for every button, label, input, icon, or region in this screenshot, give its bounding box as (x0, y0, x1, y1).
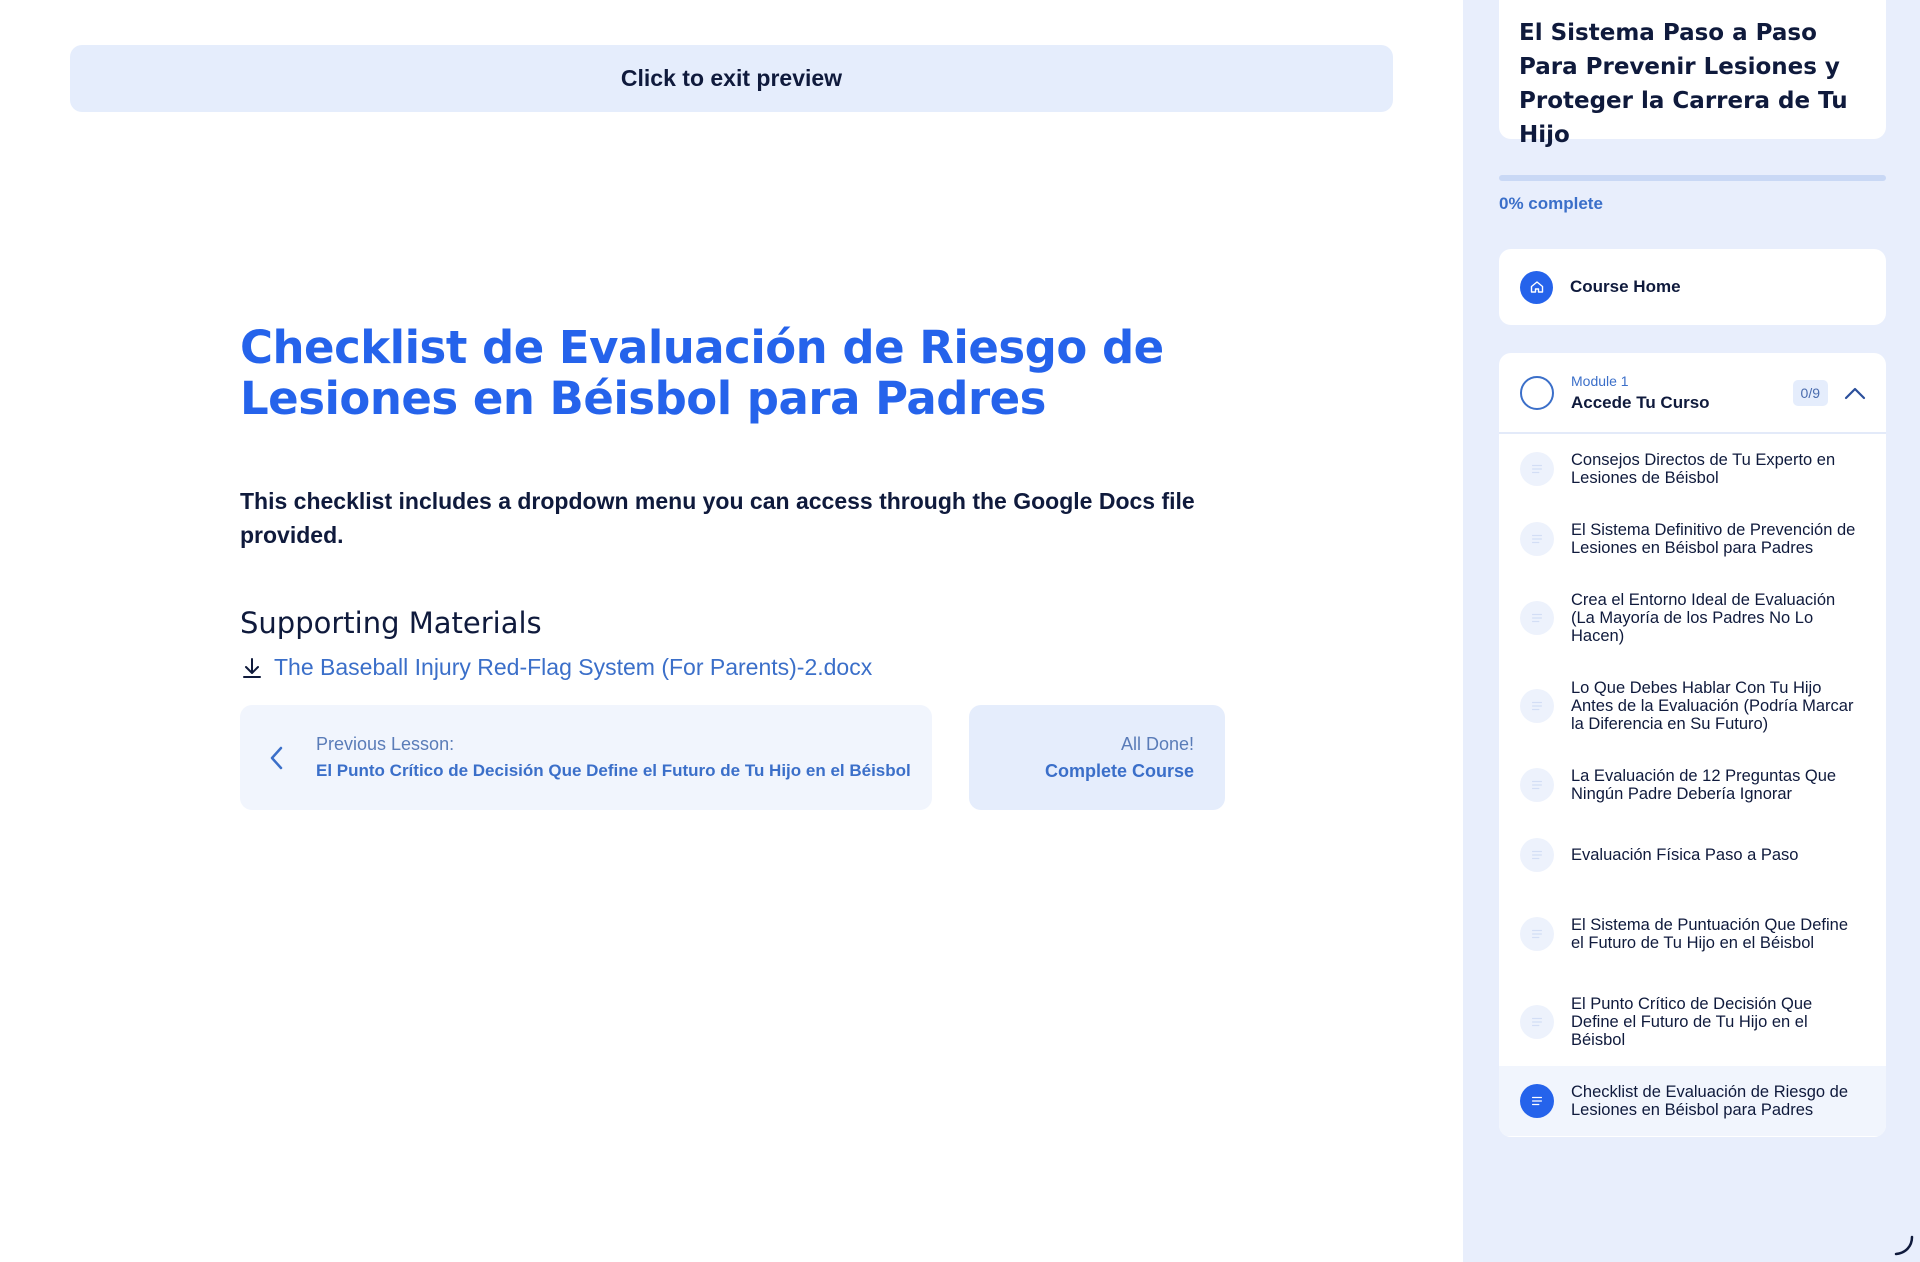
home-icon (1520, 270, 1553, 304)
sidebar-lesson-item[interactable]: La Evaluación de 12 Preguntas Que Ningún… (1499, 750, 1886, 820)
exit-preview-button[interactable]: Click to exit preview (70, 45, 1393, 112)
module-card: Module 1 Accede Tu Curso 0/9 Consejos Di… (1499, 353, 1886, 1137)
download-icon (243, 657, 261, 678)
lesson-doc-icon (1520, 522, 1554, 556)
lesson-title: Evaluación Física Paso a Paso (1571, 846, 1799, 864)
main-content: Click to exit preview Checklist de Evalu… (0, 0, 1463, 1262)
course-sidebar: El Sistema Paso a Paso Para Prevenir Les… (1463, 0, 1920, 1262)
sidebar-lesson-item[interactable]: Lo Que Debes Hablar Con Tu Hijo Antes de… (1499, 662, 1886, 750)
lesson-title: Checklist de Evaluación de Riesgo de Les… (240, 321, 1164, 425)
lesson-doc-icon (1520, 689, 1554, 723)
lesson-doc-icon (1520, 1005, 1554, 1039)
lesson-title: La Evaluación de 12 Preguntas Que Ningún… (1571, 767, 1837, 803)
lesson-title: Consejos Directos de Tu Experto en Lesio… (1571, 451, 1836, 487)
sidebar-lesson-item-active[interactable]: Checklist de Evaluación de Riesgo de Les… (1499, 1066, 1886, 1136)
lesson-title: Lo Que Debes Hablar Con Tu Hijo Antes de… (1571, 679, 1854, 733)
lesson-doc-icon (1520, 838, 1554, 872)
course-home-label: Course Home (1570, 277, 1681, 296)
lesson-doc-icon (1520, 917, 1554, 951)
module-header[interactable]: Module 1 Accede Tu Curso 0/9 (1499, 353, 1886, 434)
lesson-doc-icon (1520, 601, 1554, 635)
sidebar-lesson-item[interactable]: Consejos Directos de Tu Experto en Lesio… (1499, 434, 1886, 504)
supporting-materials-heading: Supporting Materials (240, 606, 542, 640)
lesson-title: El Sistema de Puntuación Que Define el F… (1571, 916, 1848, 952)
lesson-title: Checklist de Evaluación de Riesgo de Les… (1571, 1083, 1848, 1119)
sidebar-lesson-item[interactable]: El Punto Crítico de Decisión Que Define … (1499, 978, 1886, 1066)
module-lesson-list: Consejos Directos de Tu Experto en Lesio… (1499, 434, 1886, 1136)
module-lesson-count-badge: 0/9 (1792, 379, 1828, 406)
loading-spinner-icon (1894, 1235, 1914, 1256)
lesson-content: Checklist de Evaluación de Riesgo de Les… (240, 322, 1240, 810)
course-title: El Sistema Paso a Paso Para Prevenir Les… (1519, 20, 1848, 148)
sidebar-lesson-item[interactable]: Evaluación Física Paso a Paso (1499, 820, 1886, 890)
course-home-link[interactable]: Course Home (1499, 249, 1886, 325)
previous-lesson-button[interactable]: Previous Lesson: El Punto Crítico de Dec… (240, 705, 932, 810)
lesson-doc-icon (1520, 768, 1554, 802)
lesson-doc-icon (1520, 452, 1554, 486)
lesson-doc-icon (1520, 1084, 1554, 1118)
sidebar-lesson-item[interactable]: El Sistema de Puntuación Que Define el F… (1499, 890, 1886, 978)
lesson-title: El Sistema Definitivo de Prevención de L… (1571, 521, 1856, 557)
course-progress-text: 0% complete (1499, 194, 1603, 213)
complete-course-label: Complete Course (1044, 760, 1194, 781)
chevron-left-icon (270, 746, 283, 769)
module-name: Accede Tu Curso (1571, 392, 1710, 412)
sidebar-lesson-item[interactable]: Crea el Entorno Ideal de Evaluación (La … (1499, 574, 1886, 662)
course-title-card: El Sistema Paso a Paso Para Prevenir Les… (1499, 0, 1886, 148)
material-download-link[interactable]: The Baseball Injury Red-Flag System (For… (240, 654, 1240, 681)
lesson-navigation: Previous Lesson: El Punto Crítico de Dec… (240, 705, 1240, 810)
lesson-title: El Punto Crítico de Decisión Que Define … (1571, 995, 1813, 1049)
chevron-up-icon[interactable] (1844, 386, 1866, 400)
complete-course-button[interactable]: All Done! Complete Course (969, 705, 1225, 810)
module-number: Module 1 (1571, 372, 1629, 389)
sidebar-lesson-item[interactable]: El Sistema Definitivo de Prevención de L… (1499, 504, 1886, 574)
all-done-label: All Done! (1120, 733, 1194, 754)
lesson-description: This checklist includes a dropdown menu … (240, 488, 1195, 548)
material-file-name[interactable]: The Baseball Injury Red-Flag System (For… (274, 654, 872, 681)
module-progress-ring-icon (1520, 375, 1554, 410)
previous-lesson-label: Previous Lesson: (316, 734, 455, 754)
course-progress-bar (1499, 175, 1886, 181)
previous-lesson-name: El Punto Crítico de Decisión Que Define … (316, 761, 911, 780)
lesson-title: Crea el Entorno Ideal de Evaluación (La … (1571, 591, 1836, 645)
